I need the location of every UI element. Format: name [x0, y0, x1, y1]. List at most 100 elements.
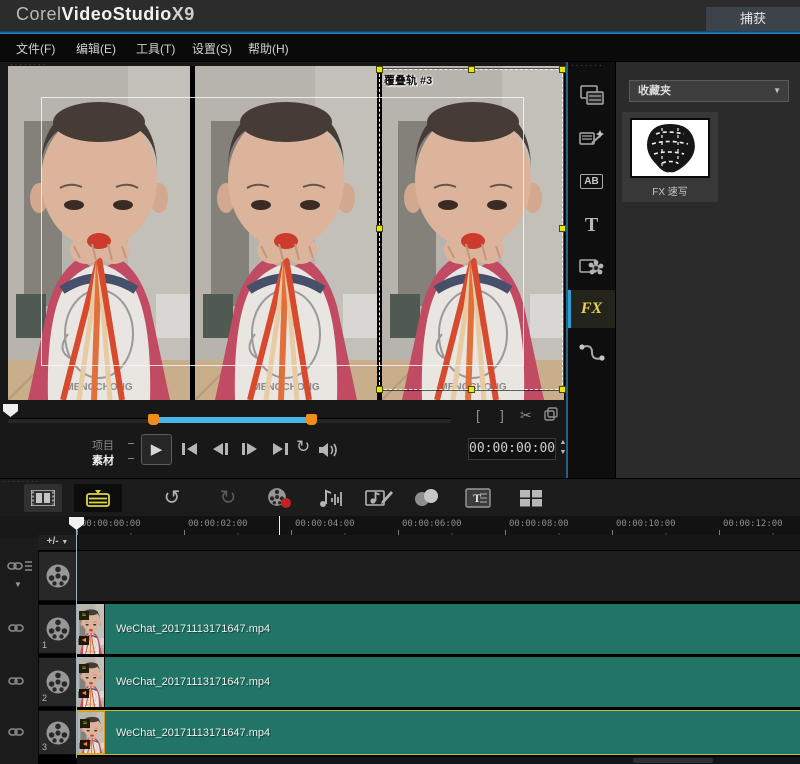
clip-filename: WeChat_20171113171647.mp4 — [116, 676, 270, 688]
resize-handle-nw[interactable] — [376, 66, 383, 73]
overlay-clip-2[interactable]: ≈ ◄ WeChat_20171113171647.mp4 — [77, 657, 800, 707]
auto-music-button[interactable] — [364, 484, 394, 512]
video-track-header[interactable] — [38, 551, 77, 601]
track-motion-button[interactable] — [411, 484, 441, 512]
capture-tab[interactable]: 捕获 — [706, 7, 800, 31]
timeline-view-button[interactable] — [74, 484, 122, 512]
next-frame-button[interactable] — [240, 442, 260, 456]
go-start-button[interactable] — [180, 442, 200, 456]
ruler-label: 00:00:12:00 — [723, 519, 783, 529]
next-frame-icon — [240, 442, 260, 456]
ruler-label: 00:00:10:00 — [616, 519, 676, 529]
overlay-clip-1[interactable]: ≈ ◄ WeChat_20171113171647.mp4 — [77, 604, 800, 654]
sound-mixer-icon — [317, 487, 345, 509]
menu-tools[interactable]: 工具(T) — [136, 40, 175, 57]
sound-mixer-button[interactable] — [316, 484, 346, 512]
svg-text:T: T — [473, 491, 481, 505]
preview-frame-1 — [8, 66, 190, 400]
mode-clip-button[interactable]: 素材 — [92, 452, 114, 468]
record-capture-button[interactable] — [266, 484, 294, 512]
overlay-clip-3-selected[interactable]: ≈ ◄ WeChat_20171113171647.mp4 — [77, 710, 800, 755]
mixed-view-button[interactable] — [516, 484, 546, 512]
subtitle-editor-button[interactable]: T — [463, 484, 493, 512]
ruler-label: 00:00:02:00 — [188, 519, 248, 529]
undo-button[interactable]: ↺ — [160, 484, 184, 512]
library-item-thumbnail[interactable] — [630, 118, 710, 178]
overlay-selection[interactable]: 覆叠轨 #3 — [379, 69, 563, 390]
video-track-lane[interactable] — [77, 551, 800, 601]
overlay-track-1-header[interactable]: 1 — [38, 604, 77, 654]
fx-sketch-thumbnail-icon — [632, 120, 708, 176]
clip-audio-marker-icon: ◄ — [79, 689, 89, 698]
split-clip-button[interactable]: ✂ — [520, 407, 532, 424]
clip-filename: WeChat_20171113171647.mp4 — [116, 727, 270, 739]
resize-handle-se[interactable] — [559, 386, 566, 393]
menu-help[interactable]: 帮助(H) — [248, 40, 289, 57]
track-list-arrow-icon[interactable]: ▼ — [61, 539, 68, 546]
mark-out-button[interactable]: ] — [500, 407, 504, 423]
overlay-track-3-header[interactable]: 3 — [38, 710, 77, 755]
dropdown-arrow-icon[interactable]: ▼ — [773, 81, 781, 101]
overlay-track-reel-icon — [45, 616, 71, 642]
ripple-edit-track2-button[interactable] — [8, 675, 24, 687]
resize-handle-w[interactable] — [376, 225, 383, 232]
overlay-track-number: 2 — [42, 693, 47, 703]
speaker-icon — [318, 442, 340, 458]
storyboard-view-button[interactable] — [24, 484, 62, 512]
mode-project-button[interactable]: 项目 — [92, 437, 114, 453]
clip-thumbnail: ≈ ◄ — [77, 604, 105, 654]
nav-filter-button[interactable]: FX — [568, 290, 615, 328]
ripple-edit-all-button[interactable] — [7, 560, 33, 573]
resize-handle-sw[interactable] — [376, 386, 383, 393]
resize-handle-s[interactable] — [468, 386, 475, 393]
overlay-track-reel-icon — [45, 669, 71, 695]
app-window: MENGCHONG — [0, 0, 800, 764]
overlay-track-reel-icon — [45, 720, 71, 746]
track-spacer — [77, 535, 800, 551]
prev-frame-icon — [210, 442, 230, 456]
nav-track-motion-button[interactable] — [568, 334, 615, 372]
brand-corel: Corel — [16, 4, 62, 24]
play-button[interactable]: ▶ — [141, 434, 172, 465]
repeat-button[interactable]: ↻ — [296, 439, 310, 455]
timeline-scrollbar-thumb[interactable] — [633, 758, 713, 763]
resize-handle-n[interactable] — [468, 66, 475, 73]
volume-button[interactable] — [318, 442, 340, 458]
ruler-label: 00:00:06:00 — [402, 519, 462, 529]
track-add-remove[interactable]: +/- ▼ — [38, 535, 77, 550]
nav-media-button[interactable] — [568, 76, 615, 114]
resize-handle-e[interactable] — [559, 225, 566, 232]
nav-graphic-button[interactable] — [568, 248, 615, 286]
record-capture-icon — [267, 487, 293, 509]
trim-selection[interactable] — [158, 417, 308, 423]
menu-file[interactable]: 文件(F) — [16, 40, 55, 57]
resize-handle-ne[interactable] — [559, 66, 566, 73]
nav-drag-handle-icon[interactable]: ······· — [571, 64, 604, 68]
go-end-button[interactable] — [270, 442, 290, 456]
clip-audio-marker-icon: ◄ — [80, 740, 90, 749]
ripple-edit-track3-button[interactable] — [8, 726, 24, 738]
snapshot-button[interactable] — [544, 407, 558, 421]
nav-title-button[interactable]: T — [568, 206, 615, 244]
nav-instant-project-button[interactable] — [568, 120, 615, 158]
library-nav: ······· AB T — [568, 62, 615, 478]
mark-in-button[interactable]: [ — [476, 407, 480, 423]
timecode-display[interactable]: 00:00:00:00 — [468, 438, 556, 460]
ripple-edit-track1-button[interactable] — [8, 622, 24, 634]
clip-fx-marker-icon: ≈ — [79, 664, 89, 673]
clip-filename: WeChat_20171113171647.mp4 — [116, 623, 270, 635]
menu-settings[interactable]: 设置(S) — [192, 40, 232, 57]
storyboard-icon — [31, 490, 55, 506]
overlay-track-2-header[interactable]: 2 — [38, 657, 77, 707]
motion-path-icon — [579, 342, 605, 364]
redo-button[interactable]: ↻ — [216, 484, 240, 512]
go-start-icon — [180, 442, 200, 456]
trim-handle-end[interactable] — [306, 414, 317, 425]
trim-handle-start[interactable] — [148, 414, 159, 425]
track-collapse-arrow-icon[interactable]: ▼ — [14, 580, 22, 589]
gallery-dropdown[interactable]: 收藏夹 ▼ — [629, 80, 789, 102]
prev-frame-button[interactable] — [210, 442, 230, 456]
menu-edit[interactable]: 编辑(E) — [76, 40, 116, 57]
preview-frame-2 — [195, 66, 377, 400]
nav-transition-button[interactable]: AB — [568, 162, 615, 200]
